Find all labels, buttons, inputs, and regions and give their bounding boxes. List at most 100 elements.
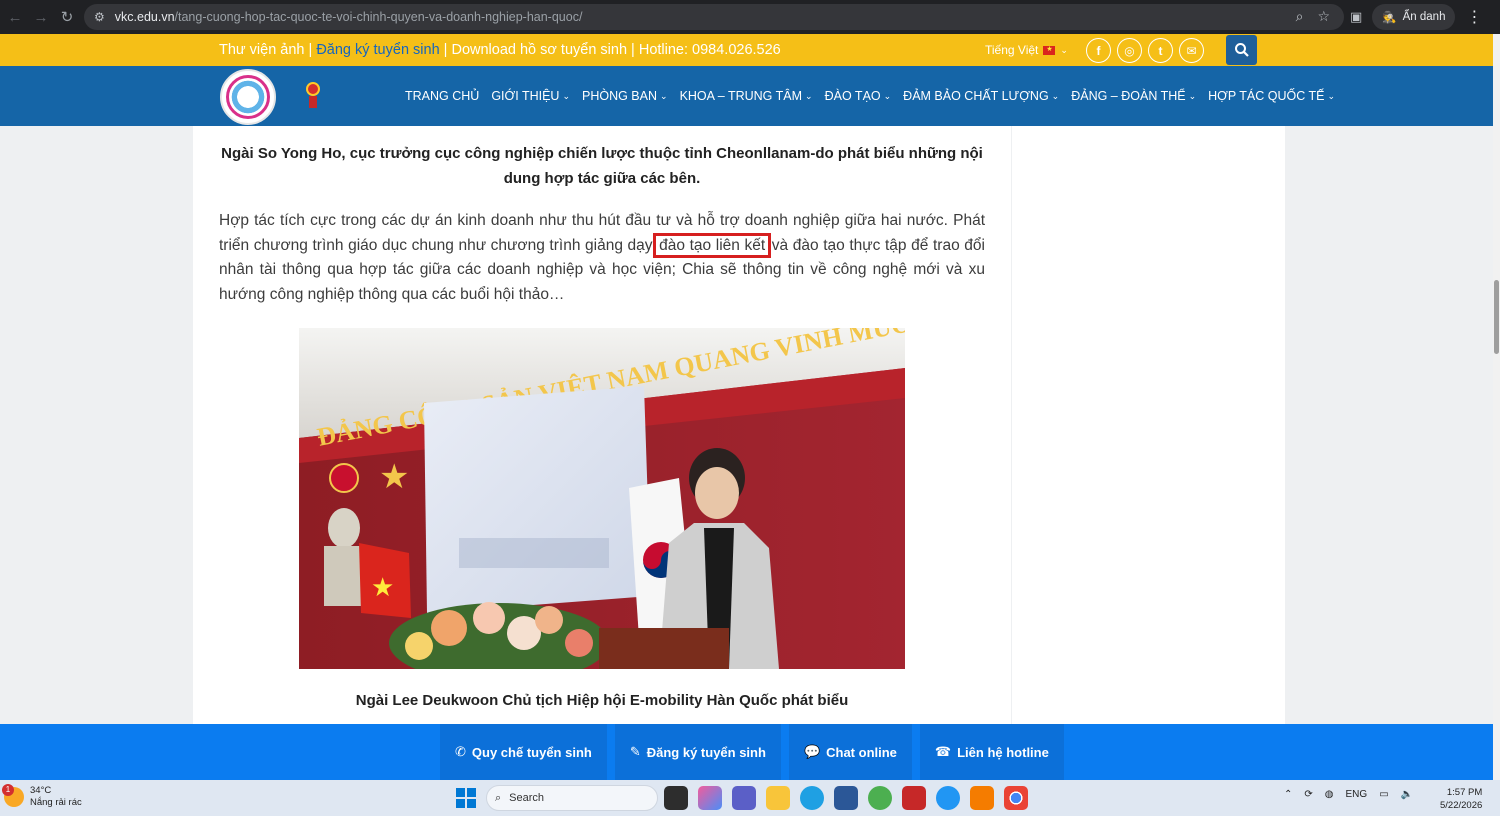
browser-toolbar: ← → ↻ ⚙ vkc.edu.vn/tang-cuong-hop-tac-qu… (0, 0, 1500, 34)
admission-rules-button[interactable]: ✆ Quy chế tuyển sinh (440, 724, 607, 780)
chrome-icon[interactable] (1004, 786, 1028, 810)
bookmark-star-icon[interactable]: ☆ (1317, 8, 1330, 25)
nav-label: PHÒNG BAN (582, 89, 658, 103)
page-scrollbar[interactable] (1493, 34, 1500, 780)
nav-training[interactable]: ĐÀO TẠO ⌄ (825, 89, 892, 103)
incognito-icon: 🕵 (1382, 12, 1397, 24)
back-icon[interactable]: ← (2, 4, 28, 30)
headset-icon: ☎ (934, 744, 952, 759)
windows-taskbar: 1 34°C Nắng rải rác ⌕ Search ⌃ ⟳ ◍ ENG ▭… (0, 780, 1500, 816)
top-info-bar: Thư viện ảnh | Đăng ký tuyển sinh | Down… (0, 34, 1493, 66)
reading-mode-icon[interactable]: ▣ (1350, 9, 1362, 25)
nav-party-union[interactable]: ĐẢNG – ĐOÀN THỂ ⌄ (1071, 89, 1196, 103)
task-view-icon[interactable] (664, 786, 688, 810)
image-caption: Ngài Lee Deukwoon Chủ tịch Hiệp hội E-mo… (355, 692, 849, 709)
image-caption: Ngài So Yong Ho, cục trưởng cục công ngh… (221, 145, 983, 187)
chevron-down-icon: ⌄ (1051, 90, 1060, 101)
app-icon[interactable] (970, 786, 994, 810)
chat-icon: 💬 (803, 744, 821, 759)
svg-text:★: ★ (379, 457, 409, 497)
search-label: Search (509, 792, 545, 804)
chevron-down-icon: ⌄ (562, 90, 570, 101)
sync-icon[interactable]: ⟳ (1304, 789, 1312, 800)
article-paragraph: Hợp tác tích cực trong các dự án kinh do… (219, 209, 985, 307)
display-icon[interactable]: ▭ (1379, 789, 1388, 800)
zalo-icon[interactable] (936, 786, 960, 810)
chat-online-button[interactable]: 💬 Chat online (788, 724, 912, 780)
button-label: Chat online (826, 744, 897, 760)
nav-quality-assurance[interactable]: ĐẢM BẢO CHẤT LƯỢNG ⌄ (903, 89, 1059, 103)
svg-text:★: ★ (371, 573, 394, 603)
main-navigation: TRANG CHỦ GIỚI THIỆU ⌄ PHÒNG BAN ⌄ KHOA – … (0, 66, 1493, 126)
nav-label: ĐẢNG – ĐOÀN THỂ (1071, 89, 1186, 103)
store-icon[interactable] (834, 786, 858, 810)
temperature: 34°C (30, 785, 52, 796)
separator: | (304, 42, 317, 58)
nav-departments[interactable]: PHÒNG BAN ⌄ (582, 89, 668, 103)
hotline-contact-button[interactable]: ☎ Liên hệ hotline (919, 724, 1064, 780)
site-info-icon[interactable]: ⚙ (94, 10, 105, 24)
language-selector[interactable]: Tiếng Việt ⌄ (985, 43, 1068, 57)
weather-widget[interactable]: 1 34°C Nắng rải rác (2, 784, 82, 809)
antivirus-icon[interactable] (902, 786, 926, 810)
nav-label: KHOA – TRUNG TÂM (679, 89, 803, 103)
instagram-icon[interactable]: ◎ (1117, 38, 1142, 63)
copilot-icon[interactable] (698, 786, 722, 810)
site-search-button[interactable] (1226, 35, 1257, 65)
nav-label: ĐÀO TẠO (824, 89, 881, 103)
zoom-icon[interactable]: ⌕ (1296, 8, 1304, 25)
chevron-down-icon: ⌄ (1188, 90, 1197, 101)
reload-icon[interactable]: ↻ (54, 4, 80, 30)
button-label: Liên hệ hotline (957, 744, 1049, 760)
download-profile-link[interactable]: Download hồ sơ tuyển sinh (451, 42, 627, 58)
input-language[interactable]: ENG (1346, 789, 1368, 800)
app-icon[interactable] (868, 786, 892, 810)
weather-description: Nắng rải rác (30, 797, 82, 808)
admission-register-link[interactable]: Đăng ký tuyển sinh (316, 42, 439, 58)
windows-start-icon[interactable] (456, 788, 476, 808)
chevron-up-icon[interactable]: ⌃ (1284, 789, 1292, 800)
facebook-icon[interactable]: f (1086, 38, 1111, 63)
nav-about[interactable]: GIỚI THIỆU ⌄ (491, 89, 570, 103)
nav-faculties[interactable]: KHOA – TRUNG TÂM ⌄ (680, 89, 813, 103)
separator: | (439, 42, 452, 58)
button-label: Quy chế tuyển sinh (471, 744, 592, 760)
school-logo[interactable] (220, 69, 276, 125)
clock[interactable]: 1:57 PM 5/22/2026 (1440, 786, 1482, 812)
vietnam-flag-icon (1043, 45, 1056, 55)
joint-training-link[interactable]: đào tạo liên kết (653, 232, 772, 258)
separator: | (627, 42, 639, 58)
nav-home[interactable]: TRANG CHỦ (405, 89, 479, 103)
nav-international-cooperation[interactable]: HỢP TÁC QUỐC TẾ ⌄ (1208, 89, 1335, 103)
nav-label: HỢP TÁC QUỐC TẾ (1208, 89, 1325, 103)
file-explorer-icon[interactable] (766, 786, 790, 810)
edge-icon[interactable] (800, 786, 824, 810)
volume-icon[interactable]: 🔈 (1401, 789, 1413, 800)
bottom-contact-bar: ✆ Quy chế tuyển sinh ✎ Đăng ký tuyển sinh … (0, 724, 1493, 780)
nav-label: GIỚI THIỆU (491, 89, 560, 103)
top-links: Thư viện ảnh | Đăng ký tuyển sinh | Down… (219, 42, 781, 58)
network-icon[interactable]: ◍ (1325, 789, 1334, 800)
teams-icon[interactable] (732, 786, 756, 810)
sidebar (1012, 126, 1285, 724)
twitter-icon[interactable]: t (1148, 38, 1173, 63)
photo-library-link[interactable]: Thư viện ảnh (219, 42, 304, 58)
admission-register-button[interactable]: ✎ Đăng ký tuyển sinh (614, 724, 781, 780)
party-emblem-icon (306, 82, 320, 108)
article-photo: ĐẢNG CỘNG SẢN VIỆT NAM QUANG VINH MUÔN N… (299, 328, 905, 669)
menu-kebab-icon[interactable]: ⋮ (1465, 7, 1483, 27)
hotline-text[interactable]: Hotline: 0984.026.526 (639, 42, 781, 58)
button-label: Đăng ký tuyển sinh (646, 744, 766, 760)
email-icon[interactable]: ✉ (1179, 38, 1204, 63)
address-bar[interactable]: ⚙ vkc.edu.vn/tang-cuong-hop-tac-quoc-te-… (84, 4, 1344, 30)
forward-icon[interactable]: → (28, 4, 54, 30)
taskbar-search[interactable]: ⌕ Search (486, 785, 658, 811)
url-text: vkc.edu.vn/tang-cuong-hop-tac-quoc-te-vo… (114, 10, 583, 24)
weather-sun-icon: 1 (2, 784, 24, 807)
chevron-down-icon: ⌄ (1060, 44, 1068, 55)
incognito-badge[interactable]: 🕵 Ẩn danh (1372, 4, 1456, 30)
scrollbar-thumb[interactable] (1494, 280, 1499, 354)
system-tray: ⌃ ⟳ ◍ ENG ▭ 🔈 (1284, 789, 1413, 800)
time: 1:57 PM (1446, 787, 1483, 798)
search-icon: ⌕ (495, 791, 502, 804)
